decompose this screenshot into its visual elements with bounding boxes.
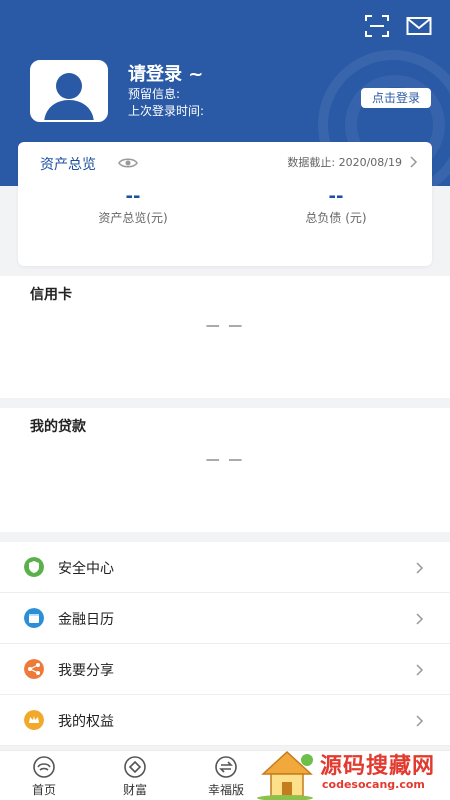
wealth-icon — [124, 756, 146, 778]
tab-wealth[interactable]: 财富 — [105, 755, 165, 798]
menu-item-rights[interactable]: 我的权益 — [0, 695, 450, 746]
chevron-right-icon — [416, 562, 424, 574]
credit-card-title: 信用卡 — [30, 287, 72, 303]
switch-icon — [215, 756, 237, 778]
scan-icon[interactable] — [364, 14, 390, 38]
reserved-info-label: 预留信息: — [128, 87, 181, 101]
watermark-url: codesocang.com — [322, 778, 425, 791]
login-button[interactable]: 点击登录 — [361, 88, 431, 108]
chevron-right-icon[interactable] — [410, 156, 418, 168]
tab-happiness-label: 幸福版 — [207, 783, 244, 797]
chevron-right-icon — [416, 664, 424, 676]
menu-item-share[interactable]: 我要分享 — [0, 644, 450, 695]
eye-icon[interactable] — [118, 156, 138, 170]
avatar[interactable] — [30, 60, 108, 122]
menu-item-label: 安全中心 — [58, 561, 114, 577]
mail-icon[interactable] — [406, 14, 432, 38]
loan-placeholder: — — — [205, 452, 245, 468]
calendar-icon — [24, 608, 44, 628]
top-actions — [364, 14, 432, 38]
watermark-text: 源码搜藏网 — [320, 754, 436, 779]
tab-wealth-label: 财富 — [122, 783, 147, 797]
avatar-silhouette-icon — [44, 73, 94, 120]
menu-item-security[interactable]: 安全中心 — [0, 542, 450, 593]
asset-overview-card[interactable]: 资产总览 数据截止: 2020/08/19 -- 资产总览(元) -- 总负债 … — [18, 142, 432, 266]
loan-section[interactable]: 我的贷款 — — — [0, 408, 450, 532]
data-date: 数据截止: 2020/08/19 — [287, 156, 402, 169]
total-assets-label: 资产总览(元) — [98, 211, 168, 225]
total-debt-label: 总负债 (元) — [305, 211, 367, 225]
tab-home-label: 首页 — [31, 783, 56, 797]
total-assets: -- 资产总览(元) — [53, 186, 213, 226]
menu-item-label: 我要分享 — [58, 663, 114, 679]
credit-card-placeholder: — — — [205, 318, 245, 334]
asset-overview-title: 资产总览 — [40, 157, 96, 173]
share-icon — [24, 659, 44, 679]
loan-title: 我的贷款 — [30, 419, 86, 435]
menu-item-label: 我的权益 — [58, 714, 114, 730]
home-icon — [33, 756, 55, 778]
total-debt-value: -- — [328, 186, 344, 207]
chevron-right-icon — [416, 715, 424, 727]
login-prompt[interactable]: 请登录 ~ — [128, 60, 203, 86]
menu-list: 安全中心 金融日历 我要分享 我的权益 — [0, 542, 450, 746]
shield-icon — [24, 557, 44, 577]
tab-home[interactable]: 首页 — [14, 755, 74, 798]
chevron-right-icon — [416, 613, 424, 625]
last-login-label: 上次登录时间: — [128, 104, 205, 118]
total-debt: -- 总负债 (元) — [256, 186, 416, 226]
credit-card-section[interactable]: 信用卡 — — — [0, 276, 450, 398]
menu-item-label: 金融日历 — [58, 612, 114, 628]
total-assets-value: -- — [125, 186, 141, 207]
tab-happiness-version[interactable]: 幸福版 — [196, 755, 256, 798]
crown-icon — [24, 710, 44, 730]
menu-item-calendar[interactable]: 金融日历 — [0, 593, 450, 644]
